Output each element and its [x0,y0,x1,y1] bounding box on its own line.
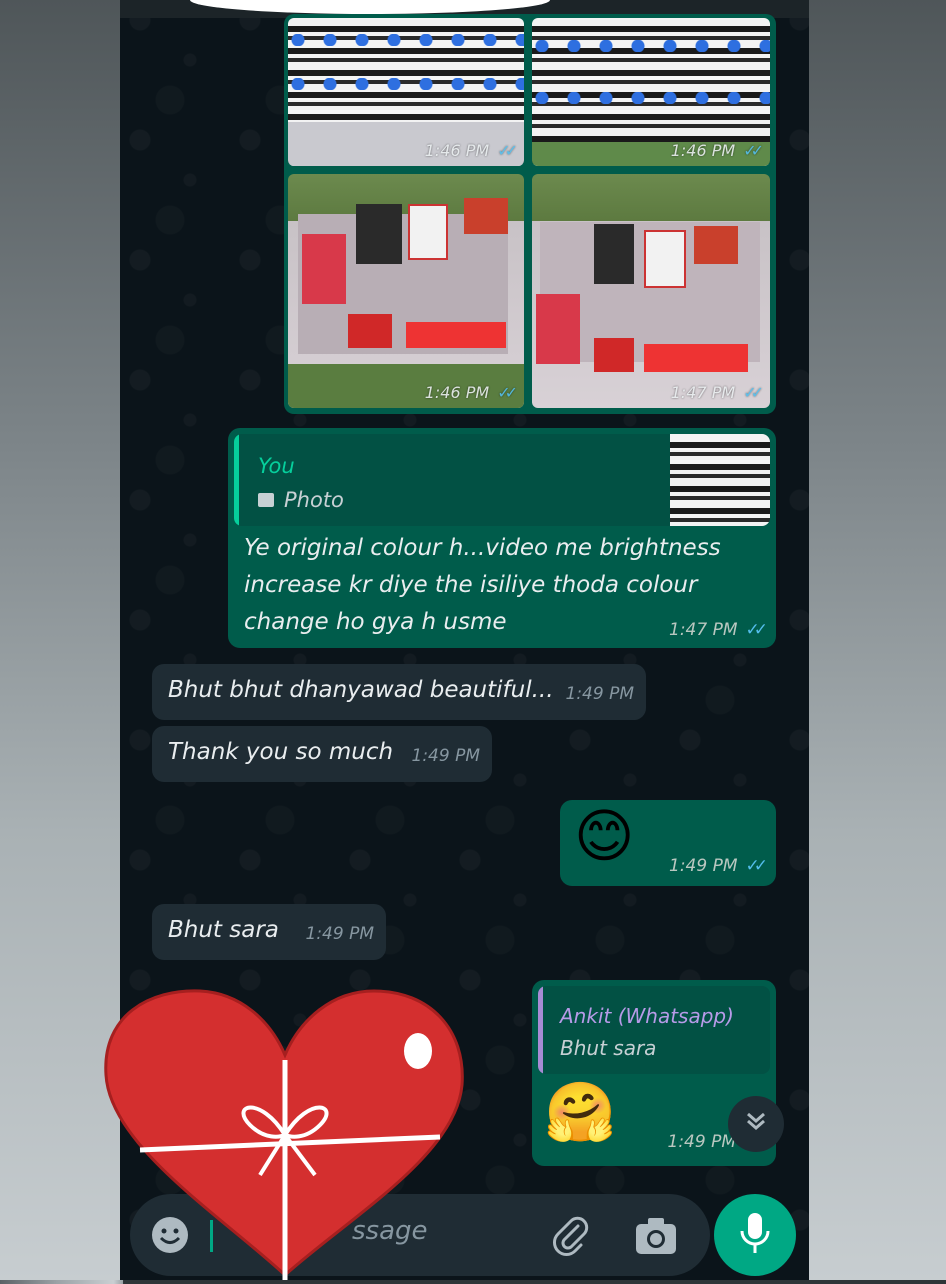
quoted-message[interactable]: Ankit (Whatsapp) Bhut sara [538,986,770,1074]
double-chevron-down-icon [743,1108,769,1140]
image-time: 1:47 PM ✓✓ [670,383,764,402]
message-time: 1:49 PM [411,746,481,766]
emoji-hug: 🤗 [544,1078,617,1146]
quote-thumbnail [670,434,770,526]
photo-thumbnail[interactable]: 1:46 PM ✓✓ [288,18,524,166]
camera-icon[interactable] [634,1216,678,1260]
message-text: Bhut sara [168,917,279,943]
quote-author: You [258,454,295,478]
outgoing-reply-message[interactable]: You Photo Ye original colour h...video m… [228,428,776,648]
emoji-smile: 😊 [574,802,635,870]
paperclip-icon[interactable] [548,1214,592,1262]
image-grid-message[interactable]: 1:46 PM ✓✓ 1:46 PM ✓✓ 1:46 PM ✓✓ 1:47 PM… [284,14,776,414]
incoming-message[interactable]: Bhut bhut dhanyawad beautiful... 1:49 PM [152,664,646,720]
message-time: 1:49 PM ✓✓ [669,856,768,876]
image-time: 1:46 PM ✓✓ [424,141,518,160]
quote-text: Bhut sara [560,1036,657,1060]
photo-thumbnail[interactable]: 1:46 PM ✓✓ [288,174,524,408]
incoming-message[interactable]: Bhut sara 1:49 PM [152,904,386,960]
quote-type: Photo [258,488,344,512]
quoted-photo[interactable]: You Photo [234,434,770,526]
mic-button[interactable] [714,1194,796,1276]
photo-thumbnail[interactable]: 1:46 PM ✓✓ [532,18,770,166]
image-time: 1:46 PM ✓✓ [424,383,518,402]
heart-gift-sticker [100,985,470,1284]
message-time: 1:49 PM [565,684,635,704]
message-time: 1:49 PM [305,924,375,944]
message-text: Thank you so much [168,739,394,765]
photo-thumbnail[interactable]: 1:47 PM ✓✓ [532,174,770,408]
message-time: 1:49 PM [667,1132,737,1152]
photo-icon [258,493,274,507]
background-right [809,0,946,1280]
message-time: 1:47 PM ✓✓ [669,620,768,640]
outgoing-emoji-message[interactable]: 😊 1:49 PM ✓✓ [560,800,776,886]
message-text: Bhut bhut dhanyawad beautiful... [168,677,554,703]
image-time: 1:46 PM ✓✓ [670,141,764,160]
quote-author: Ankit (Whatsapp) [560,1004,734,1028]
quote-type-label: Photo [284,488,344,512]
mic-icon [738,1211,772,1259]
incoming-message[interactable]: Thank you so much 1:49 PM [152,726,492,782]
scroll-to-bottom-button[interactable] [728,1096,784,1152]
